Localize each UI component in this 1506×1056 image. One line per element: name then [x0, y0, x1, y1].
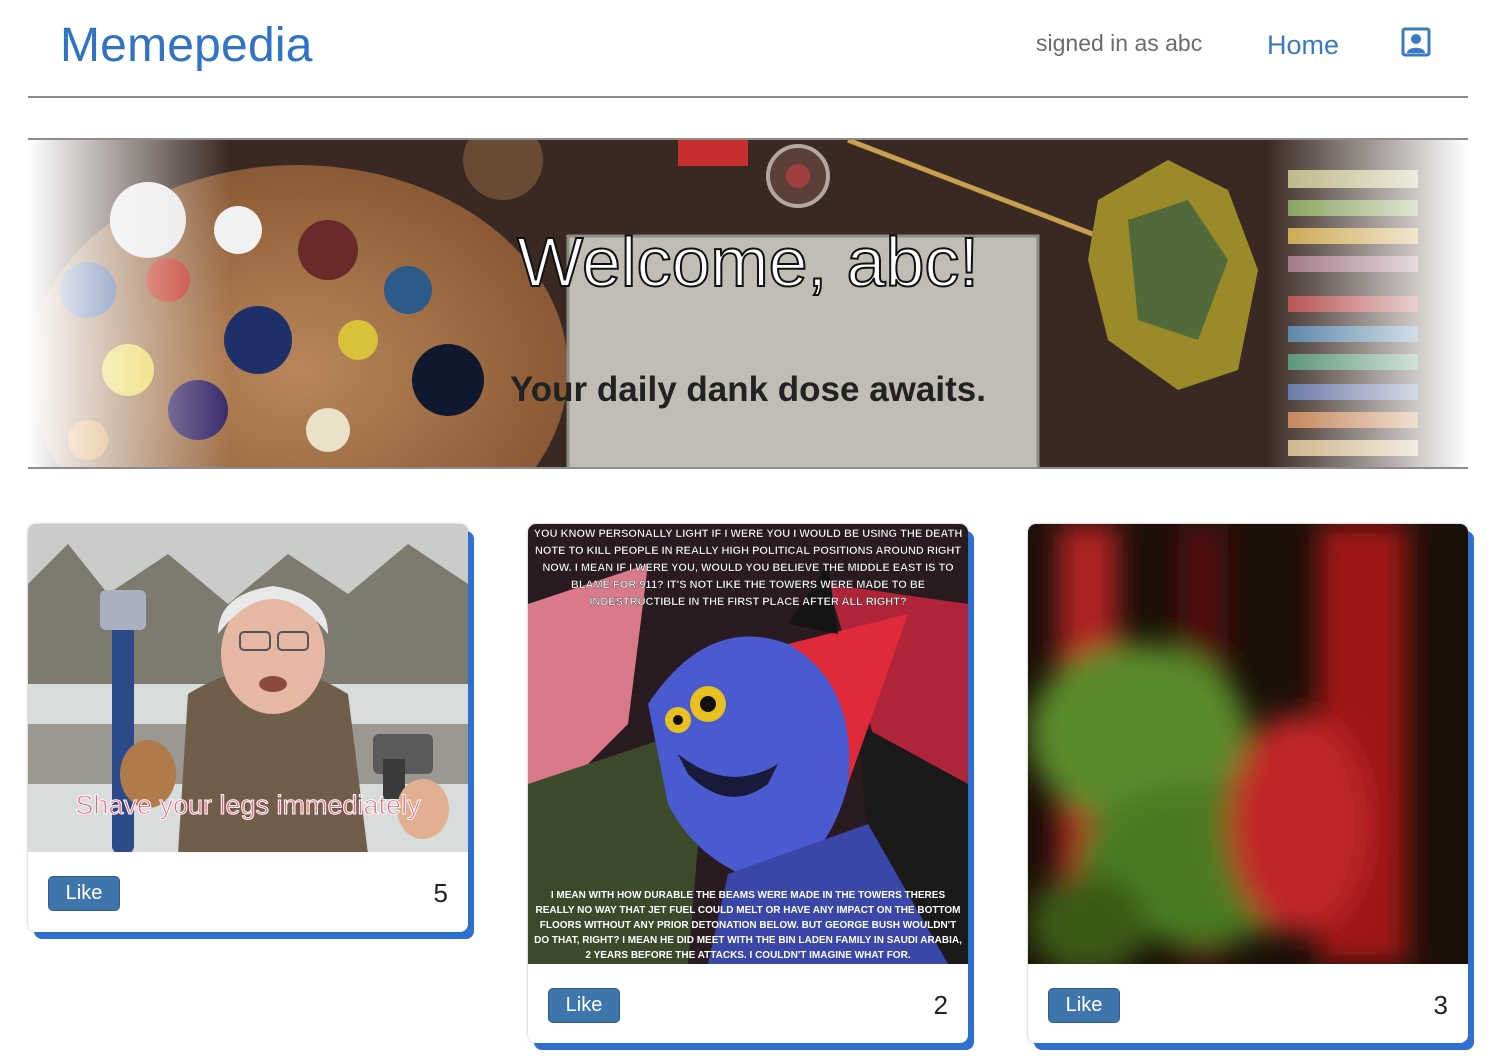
home-link[interactable]: Home	[1267, 30, 1339, 61]
meme-card: YOU KNOW PERSONALLY LIGHT IF I WERE YOU …	[528, 524, 968, 1043]
signed-in-status: signed in as abc	[1036, 30, 1203, 56]
meme-top-text: YOU KNOW PERSONALLY LIGHT IF I WERE YOU …	[533, 528, 963, 608]
meme-card: Like 3	[1028, 524, 1468, 1043]
hero-background-image	[28, 140, 1468, 467]
like-button[interactable]: Like	[48, 876, 120, 911]
welcome-subtitle: Your daily dank dose awaits.	[510, 370, 986, 409]
like-count: 3	[1433, 990, 1448, 1020]
like-count: 5	[433, 878, 448, 908]
user-portrait-icon[interactable]	[1401, 27, 1431, 57]
meme-image[interactable]	[1028, 524, 1468, 964]
meme-image[interactable]: YOU KNOW PERSONALLY LIGHT IF I WERE YOU …	[528, 524, 968, 964]
hero-banner: Welcome, abc! Your daily dank dose await…	[28, 138, 1468, 469]
like-count: 2	[933, 990, 948, 1020]
page: Memepedia signed in as abc Home Welcome,…	[0, 0, 1506, 1056]
like-button[interactable]: Like	[548, 988, 620, 1023]
welcome-heading: Welcome, abc!	[516, 222, 980, 302]
meme-card: Shave your legs immediately Like 5	[28, 524, 468, 932]
site-logo[interactable]: Memepedia	[60, 18, 313, 73]
meme-image[interactable]: Shave your legs immediately	[28, 524, 468, 852]
like-button[interactable]: Like	[1048, 988, 1120, 1023]
header-divider	[28, 96, 1468, 98]
top-nav: Memepedia signed in as abc Home	[0, 0, 1506, 98]
meme-caption: Shave your legs immediately	[75, 790, 421, 821]
meme-bottom-text: I MEAN WITH HOW DURABLE THE BEAMS WERE M…	[534, 890, 962, 961]
